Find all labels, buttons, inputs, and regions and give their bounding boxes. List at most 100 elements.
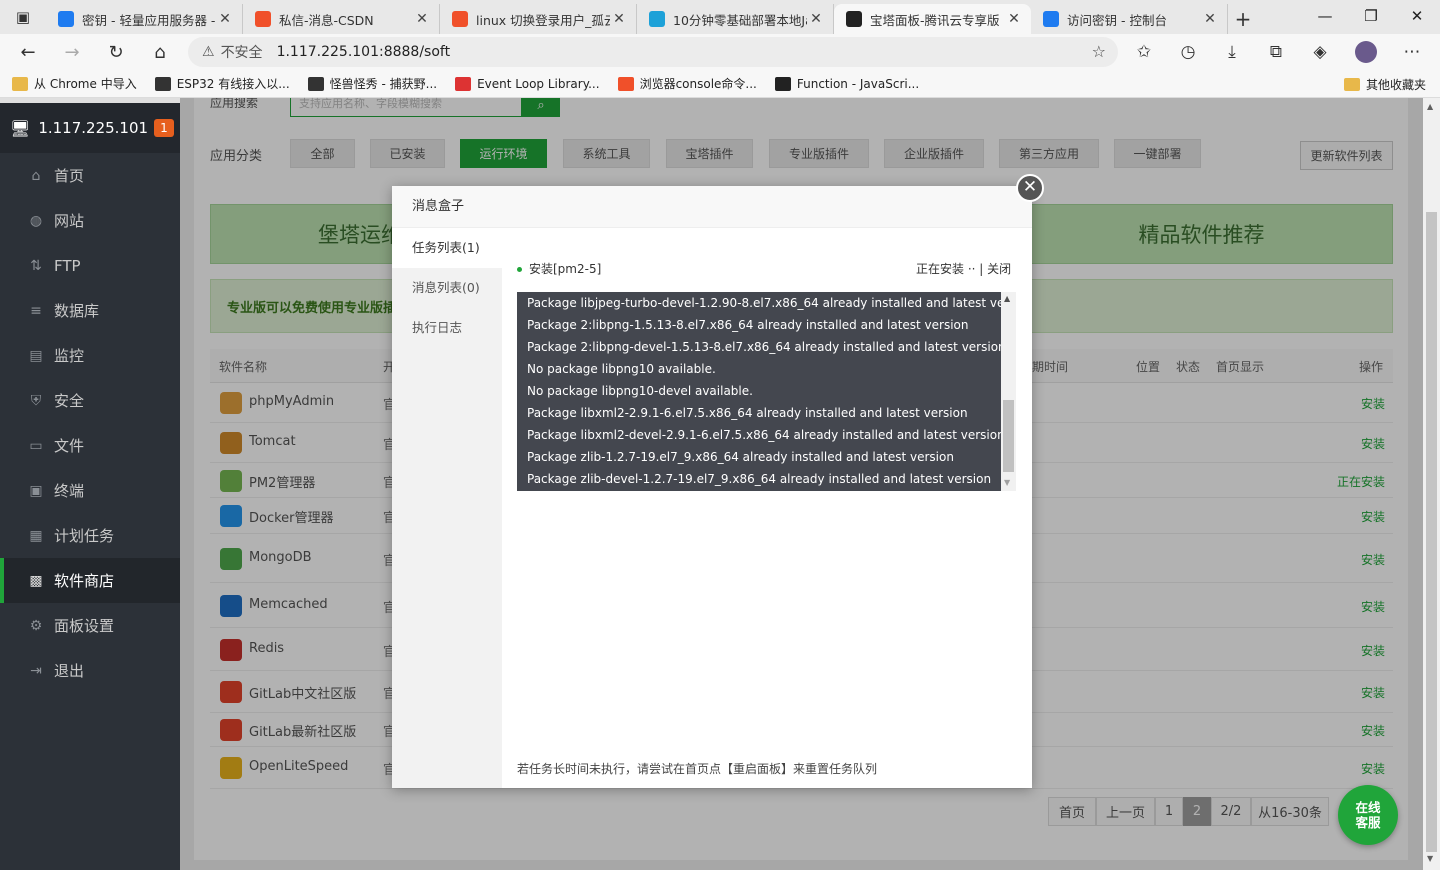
sidebar-item[interactable]: ▭ 文件 [0,423,180,468]
sidebar-item[interactable]: ▤ 监控 [0,333,180,378]
sidebar-item-label: 面板设置 [54,617,115,635]
sidebar-item[interactable]: ⛨ 安全 [0,378,180,423]
close-window-icon[interactable]: ✕ [1394,0,1440,32]
sidebar-item[interactable]: ▩ 软件商店 [0,558,180,603]
avatar[interactable] [1344,34,1388,70]
bookmark-item[interactable]: Event Loop Library... [455,76,600,91]
sidebar-item[interactable]: ⚙ 面板设置 [0,603,180,648]
scroll-up-icon[interactable]: ▲ [1004,294,1010,303]
bookmark-item[interactable]: Function - JavaScri... [774,76,919,91]
close-tab-icon[interactable]: ✕ [1005,11,1023,27]
server-ip: 1.117.225.101 [38,119,149,137]
bookmark-item[interactable]: ESP32 有线接入以... [154,75,290,92]
extensions-icon[interactable]: ◈ [1298,34,1342,70]
bookmark-item[interactable]: 怪兽怪秀 - 捕获野... [307,75,437,92]
tab-actions-icon[interactable]: ▣ [0,0,46,34]
more-menu-icon[interactable]: ⋯ [1390,34,1434,70]
bookmark-label: Event Loop Library... [477,76,600,91]
monster-icon [307,76,324,91]
browser-tab-title: 10分钟零基础部署本地Ja [673,12,807,28]
database-icon: ≡ [30,302,42,319]
warning-icon: ⚠ [202,44,215,60]
sidebar-item[interactable]: ⇅ FTP [0,243,180,288]
browser-tab[interactable]: linux 切换登录用户_孤云 ✕ [440,4,637,34]
browser-tab-title: 访问密钥 - 控制台 [1067,12,1167,28]
close-tab-icon[interactable]: ✕ [216,11,234,27]
sidebar-item-label: 计划任务 [54,527,115,545]
close-tab-icon[interactable]: ✕ [610,11,628,27]
close-tab-icon[interactable]: ✕ [1201,11,1219,27]
close-tab-icon[interactable]: ✕ [807,11,825,27]
browser-tab-title: linux 切换登录用户_孤云 [476,12,610,28]
bookmark-label: 浏览器console命令... [639,77,757,91]
sidebar-item[interactable]: ◍ 网站 [0,198,180,243]
mdn-icon [774,76,791,91]
page-scrollbar[interactable]: ▲ ▼ [1423,98,1440,870]
modal-tab[interactable]: 消息列表(0) [392,268,502,308]
log-scrollbar[interactable]: ▲ ▼ [1001,292,1016,491]
modal-tab[interactable]: 任务列表(1) [392,228,502,268]
log-line: Package zlib-devel-1.2.7-19.el7_9.x86_64… [527,472,992,486]
browser-tab-title: 私信-消息-CSDN [279,12,374,28]
download-icon[interactable]: ⤓ [1210,34,1254,70]
url-input[interactable]: ⚠ 不安全 1.117.225.101:8888/soft ☆ [188,37,1118,67]
browser-tab[interactable]: 私信-消息-CSDN ✕ [243,4,440,34]
page-scroll-thumb[interactable] [1426,212,1437,852]
bookmark-item[interactable]: 浏览器console命令... [617,75,757,92]
other-bookmarks-label: 其他收藏夹 [1365,78,1426,92]
browser-tab[interactable]: 访问密钥 - 控制台 ✕ [1031,4,1228,34]
home-icon[interactable]: ⌂ [138,34,182,70]
sidebar-item[interactable]: ⇥ 退出 [0,648,180,693]
browser-tab[interactable]: 宝塔面板-腾讯云专享版 ✕ [834,4,1031,34]
reload-icon[interactable]: ↻ [94,34,138,70]
address-bar-row: ← → ↻ ⌂ ⚠ 不安全 1.117.225.101:8888/soft ☆ … [0,34,1440,70]
shield-icon: ⛨ [30,392,42,409]
log-line: Package libjpeg-turbo-devel-1.2.90-8.el7… [527,296,1001,310]
sidebar-item[interactable]: ≡ 数据库 [0,288,180,333]
cloud-icon [58,11,74,27]
online-service-button[interactable]: 在线客服 [1338,785,1398,845]
sidebar-item-label: 退出 [54,662,85,680]
scroll-down-icon[interactable]: ▼ [1004,478,1010,487]
globe-icon: ◍ [29,212,43,229]
log-scroll-thumb[interactable] [1003,400,1014,472]
collections-icon[interactable]: ⧉ [1254,34,1298,70]
modal-tab[interactable]: 执行日志 [392,308,502,348]
sidebar-item-label: 网站 [54,212,85,230]
log-line: Package zlib-1.2.7-19.el7_9.x86_64 alrea… [527,450,954,464]
bookmark-item[interactable]: 从 Chrome 中导入 [12,75,137,92]
other-bookmarks[interactable]: 其他收藏夹 [1343,76,1426,93]
log-line: Package libxml2-devel-2.9.1-6.el7.5.x86_… [527,428,1001,442]
loop-icon [455,76,472,91]
forward-icon[interactable]: → [50,34,94,70]
notification-badge[interactable]: 1 [154,119,174,137]
sidebar-item-label: 首页 [54,167,85,185]
browser-tab[interactable]: 10分钟零基础部署本地Ja ✕ [637,4,834,34]
history-icon[interactable]: ◷ [1166,34,1210,70]
bird-icon [154,76,171,91]
install-log-terminal[interactable]: Package libjpeg-turbo-devel-1.2.90-8.el7… [517,292,1001,491]
bt-icon [846,11,862,27]
page-scroll-up-icon[interactable]: ▲ [1427,102,1433,111]
minimize-icon[interactable]: — [1302,0,1348,32]
back-icon[interactable]: ← [6,34,50,70]
insecure-label: 不安全 [220,45,263,61]
sidebar-item[interactable]: ▣ 终端 [0,468,180,513]
gear-icon: ⚙ [29,617,43,634]
close-tab-icon[interactable]: ✕ [413,11,431,27]
sidebar-item[interactable]: ▦ 计划任务 [0,513,180,558]
page-scroll-down-icon[interactable]: ▼ [1427,854,1433,863]
folder-icon [12,76,28,91]
sidebar: 🖥 1.117.225.101 1 ⌂ 首页 ◍ 网站 ⇅ FTP ≡ 数据库 ▤ 监控 ⛨ 安全 ▭ 文… [0,103,180,870]
csdn-icon [255,11,271,27]
task-close-link[interactable]: | 关闭 [979,262,1011,276]
add-favorite-icon[interactable]: ☆ [1092,42,1106,61]
favorites-icon[interactable]: ✩ [1122,34,1166,70]
modal-close-icon[interactable]: ✕ [1016,174,1044,202]
sidebar-item[interactable]: ⌂ 首页 [0,153,180,198]
service-label: 在线客服 [1355,800,1381,830]
new-tab-button[interactable]: + [1228,4,1258,34]
browser-tab[interactable]: 密钥 - 轻量应用服务器 - ✕ [46,4,243,34]
restore-icon[interactable]: ❐ [1348,0,1394,32]
bookmarks-bar: 从 Chrome 中导入 ESP32 有线接入以... 怪兽怪秀 - 捕获野... E… [0,70,1440,98]
